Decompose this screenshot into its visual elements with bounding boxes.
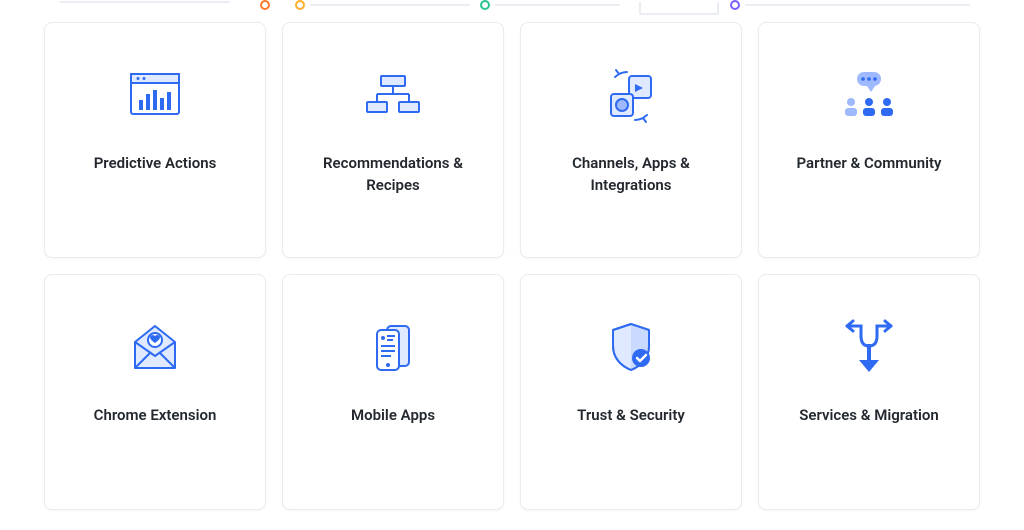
card-title: Chrome Extension xyxy=(94,405,217,427)
shield-check-icon xyxy=(599,309,663,387)
flowchart-icon xyxy=(361,57,425,135)
card-predictive-actions[interactable]: Predictive Actions xyxy=(44,22,266,258)
card-title: Trust & Security xyxy=(577,405,685,427)
apps-sync-icon xyxy=(599,57,663,135)
card-title: Predictive Actions xyxy=(94,153,217,175)
migration-arrow-icon xyxy=(837,309,901,387)
card-partner-community[interactable]: Partner & Community xyxy=(758,22,980,258)
community-icon xyxy=(837,57,901,135)
card-title: Mobile Apps xyxy=(351,405,435,427)
card-recommendations-recipes[interactable]: Recommendations & Recipes xyxy=(282,22,504,258)
feature-cards-grid: Predictive Actions Recommendations & Rec… xyxy=(0,0,1024,520)
mobile-apps-icon xyxy=(361,309,425,387)
card-title: Services & Migration xyxy=(799,405,939,427)
envelope-heart-icon xyxy=(123,309,187,387)
chart-window-icon xyxy=(123,57,187,135)
card-channels-apps-integrations[interactable]: Channels, Apps & Integrations xyxy=(520,22,742,258)
card-title: Recommendations & Recipes xyxy=(303,153,483,197)
card-trust-security[interactable]: Trust & Security xyxy=(520,274,742,510)
card-services-migration[interactable]: Services & Migration xyxy=(758,274,980,510)
card-title: Channels, Apps & Integrations xyxy=(541,153,721,197)
card-mobile-apps[interactable]: Mobile Apps xyxy=(282,274,504,510)
card-title: Partner & Community xyxy=(797,153,942,175)
card-chrome-extension[interactable]: Chrome Extension xyxy=(44,274,266,510)
